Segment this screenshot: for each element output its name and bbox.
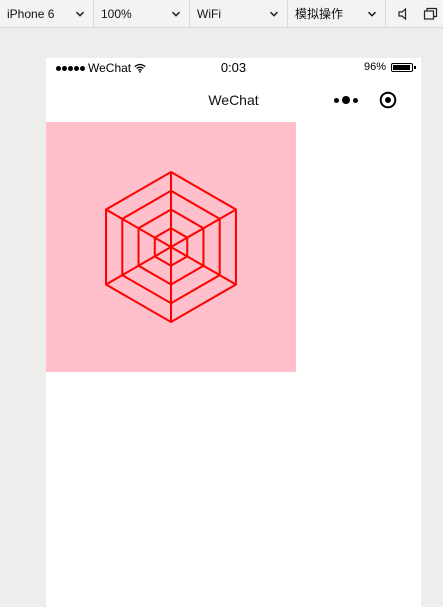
toolbar-icon-group — [386, 0, 438, 28]
chevron-down-icon — [367, 9, 377, 19]
zoom-select-label: 100% — [101, 6, 132, 21]
device-select-label: iPhone 6 — [7, 6, 55, 21]
more-menu-button[interactable] — [334, 94, 358, 106]
chevron-down-icon — [75, 9, 85, 19]
device-select[interactable]: iPhone 6 — [0, 0, 94, 28]
hexagon-radar-graphic — [105, 170, 237, 324]
more-dot-icon — [353, 97, 358, 103]
network-select-label: WiFi — [197, 6, 221, 21]
page-title: WeChat — [208, 92, 259, 108]
phone-screen: WeChat 0:03 96% WeChat — [46, 58, 421, 607]
simulator-toolbar: iPhone 6 100% WiFi 模拟操作 — [0, 0, 443, 28]
battery-fill — [393, 64, 411, 70]
more-dot-icon — [342, 96, 350, 104]
chevron-down-icon — [269, 9, 279, 19]
battery-percent: 96% — [363, 61, 386, 73]
more-dot-icon — [334, 97, 339, 103]
operation-select-label: 模拟操作 — [295, 7, 344, 21]
target-circle-icon — [379, 91, 397, 109]
network-select[interactable]: WiFi — [190, 0, 288, 28]
status-bar-right: 96% — [363, 61, 416, 73]
zoom-select[interactable]: 100% — [94, 0, 190, 28]
speaker-icon[interactable] — [396, 6, 412, 22]
status-bar: WeChat 0:03 96% — [46, 58, 421, 78]
window-icon[interactable] — [422, 6, 438, 22]
radar-canvas — [46, 122, 296, 372]
chevron-down-icon — [171, 9, 181, 19]
operation-select[interactable]: 模拟操作 — [288, 0, 386, 28]
close-miniprogram-button[interactable] — [379, 91, 397, 109]
navigation-bar: WeChat — [46, 80, 421, 120]
battery-icon — [391, 62, 416, 72]
